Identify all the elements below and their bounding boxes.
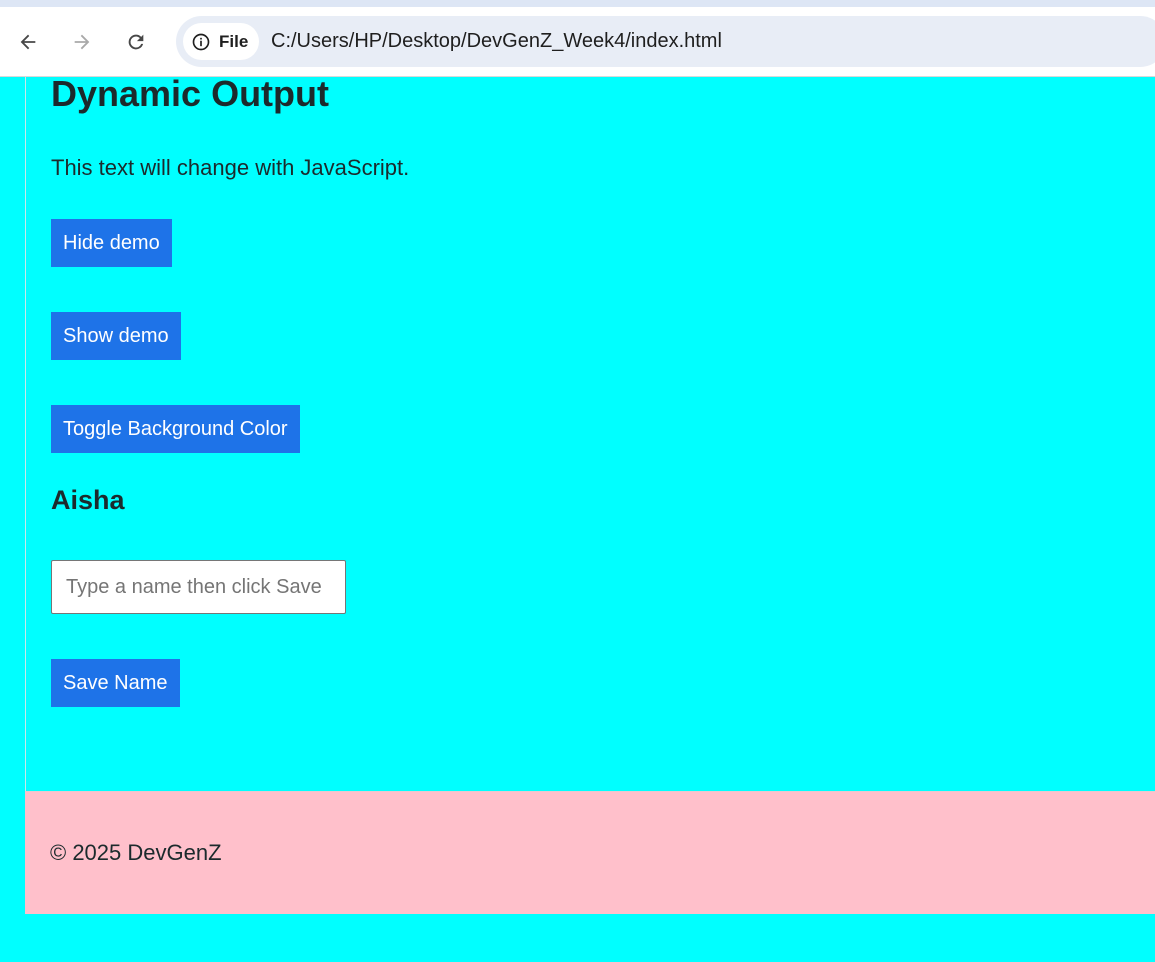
- forward-arrow-icon: [74, 34, 90, 50]
- demo-text: This text will change with JavaScript.: [51, 155, 410, 180]
- hide-demo-button[interactable]: Hide demo: [51, 219, 172, 267]
- reload-icon: [128, 34, 144, 50]
- page-footer: © 2025 DevGenZ: [25, 791, 1155, 914]
- url-text[interactable]: C:/Users/HP/Desktop/DevGenZ_Week4/index.…: [271, 30, 722, 53]
- info-icon: [192, 33, 210, 50]
- save-name-button[interactable]: Save Name: [51, 659, 180, 707]
- forward-button[interactable]: [69, 29, 95, 55]
- page-title: Dynamic Output: [51, 73, 330, 114]
- site-info-label: File: [219, 31, 249, 51]
- address-bar[interactable]: File C:/Users/HP/Desktop/DevGenZ_Week4/i…: [176, 16, 1155, 67]
- saved-name-heading: Aisha: [51, 485, 125, 515]
- toggle-background-button[interactable]: Toggle Background Color: [51, 405, 300, 453]
- back-arrow-icon: [20, 34, 36, 50]
- name-input[interactable]: [51, 560, 346, 614]
- footer-copyright: © 2025 DevGenZ: [50, 840, 222, 865]
- show-demo-button[interactable]: Show demo: [51, 312, 181, 360]
- back-button[interactable]: [15, 29, 41, 55]
- site-info-chip[interactable]: File: [183, 23, 259, 60]
- main-section: Dynamic Output This text will change wit…: [25, 73, 1155, 791]
- browser-toolbar: File C:/Users/HP/Desktop/DevGenZ_Week4/i…: [0, 0, 1155, 77]
- reload-button[interactable]: [123, 29, 149, 55]
